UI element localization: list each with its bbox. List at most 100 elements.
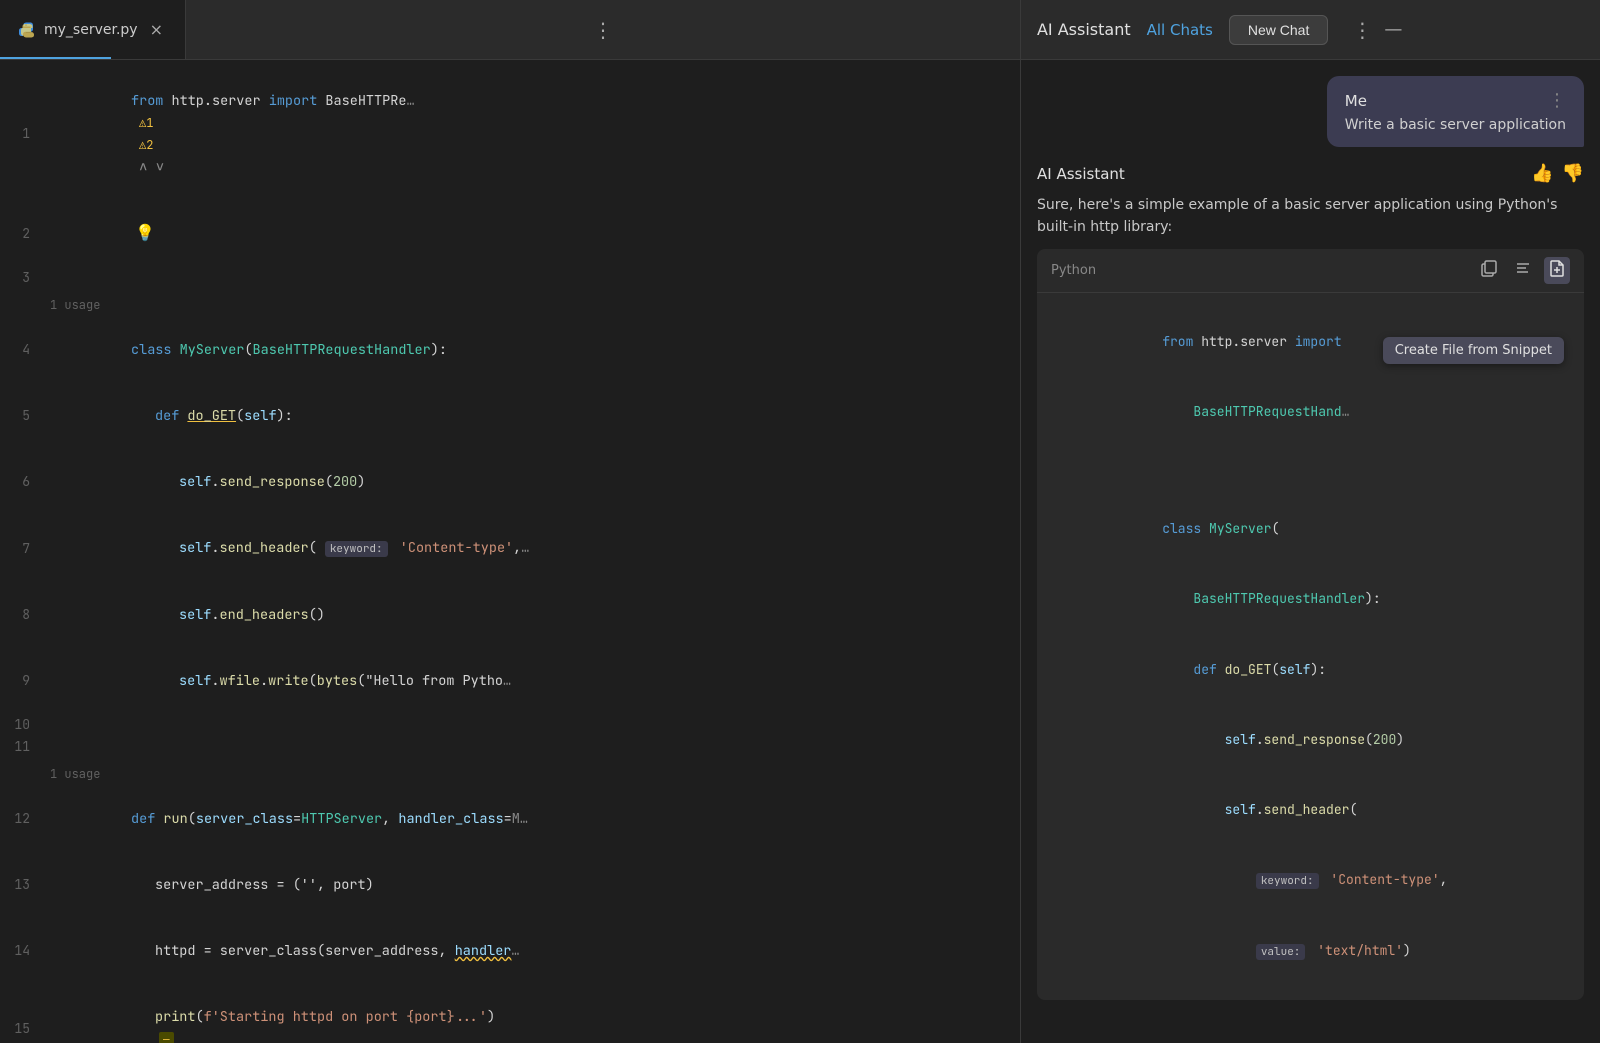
line-num-2: 2 xyxy=(0,223,50,245)
ai-panel-content: Me ⋮ Write a basic server application AI… xyxy=(1021,60,1600,1043)
line-content-11 xyxy=(50,736,58,758)
code-line-13: 13 server_address = ('', port) xyxy=(0,852,1020,918)
line-content-10 xyxy=(50,714,58,736)
top-bar: my_server.py × ⋮ AI Assistant All Chats … xyxy=(0,0,1600,60)
code-line-15: 15 print(f'Starting httpd on port {port}… xyxy=(0,984,1020,1043)
ai-code-line-2: BaseHTTPRequestHand… xyxy=(1053,377,1568,447)
usage-label-2: 1 usage xyxy=(0,758,1020,786)
code-line-2: 2 💡 xyxy=(0,200,1020,267)
python-icon xyxy=(18,21,36,39)
code-line-1: 1 from http.server import BaseHTTPRe… ⚠1… xyxy=(0,68,1020,200)
line-num-6: 6 xyxy=(0,471,50,493)
new-chat-button[interactable]: New Chat xyxy=(1229,15,1328,45)
code-line-11: 11 xyxy=(0,736,1020,758)
line-content-5: def do_GET(self): xyxy=(50,383,293,449)
tab-close-button[interactable]: × xyxy=(146,18,167,41)
code-line-9: 9 self.wfile.write(bytes("Hello from Pyt… xyxy=(0,648,1020,714)
thumbup-icon[interactable]: 👍 xyxy=(1531,163,1553,184)
tab-filename: my_server.py xyxy=(44,22,138,38)
main-content: 1 from http.server import BaseHTTPRe… ⚠1… xyxy=(0,60,1600,1043)
line-num-9: 9 xyxy=(0,670,50,692)
ai-code-line-9: self.send_header( xyxy=(1053,775,1568,845)
line-num-12: 12 xyxy=(0,808,50,830)
create-file-tooltip: Create File from Snippet xyxy=(1383,337,1564,364)
line-content-14: httpd = server_class(server_address, han… xyxy=(50,918,520,984)
line-num-13: 13 xyxy=(0,874,50,896)
ai-header-icons: ⋮ — xyxy=(1352,18,1402,42)
line-num-8: 8 xyxy=(0,604,50,626)
code-line-8: 8 self.end_headers() xyxy=(0,582,1020,648)
line-content-8: self.end_headers() xyxy=(50,582,325,648)
ai-panel-title: AI Assistant xyxy=(1037,20,1131,39)
line-num-11: 11 xyxy=(0,736,50,758)
ai-code-line-3 xyxy=(1053,447,1568,470)
line-content-3 xyxy=(50,267,58,289)
code-line-6: 6 self.send_response(200) xyxy=(0,449,1020,515)
code-editor[interactable]: 1 from http.server import BaseHTTPRe… ⚠1… xyxy=(0,60,1020,1043)
ai-response-actions: 👍 👎 xyxy=(1531,163,1584,184)
code-line-7: 7 self.send_header( keyword: 'Content-ty… xyxy=(0,515,1020,582)
format-code-icon[interactable] xyxy=(1510,257,1536,284)
ai-menu-icon[interactable]: ⋮ xyxy=(1352,18,1372,42)
copy-code-icon[interactable] xyxy=(1476,257,1502,284)
code-line-4: 4 class MyServer(BaseHTTPRequestHandler)… xyxy=(0,317,1020,383)
line-content-13: server_address = ('', port) xyxy=(50,852,374,918)
warning-badge-1: ⚠1 xyxy=(139,112,153,134)
ai-panel: Me ⋮ Write a basic server application AI… xyxy=(1020,60,1600,1043)
user-message-text: Write a basic server application xyxy=(1345,117,1566,133)
ai-code-line-6: BaseHTTPRequestHandler): xyxy=(1053,564,1568,634)
create-file-icon[interactable] xyxy=(1544,257,1570,284)
line-content-12: def run(server_class=HTTPServer, handler… xyxy=(50,786,528,852)
ai-code-line-11: value: 'text/html') xyxy=(1053,915,1568,986)
line-num-15: 15 xyxy=(0,1018,50,1040)
bubble-menu-icon[interactable]: ⋮ xyxy=(1548,90,1566,111)
ai-response: AI Assistant 👍 👎 Sure, here's a simple e… xyxy=(1037,163,1584,1000)
all-chats-button[interactable]: All Chats xyxy=(1147,21,1213,39)
lightbulb-icon: 💡 xyxy=(135,222,155,243)
line-num-7: 7 xyxy=(0,538,50,560)
code-line-5: 5 def do_GET(self): xyxy=(0,383,1020,449)
ai-code-block: Python xyxy=(1037,249,1584,1000)
line-content-1: from http.server import BaseHTTPRe… ⚠1 ⚠… xyxy=(50,68,415,200)
code-line-12: 12 def run(server_class=HTTPServer, hand… xyxy=(0,786,1020,852)
code-line-14: 14 httpd = server_class(server_address, … xyxy=(0,918,1020,984)
line-content-15: print(f'Starting httpd on port {port}...… xyxy=(50,984,495,1043)
line-num-4: 4 xyxy=(0,339,50,361)
line-content-4: class MyServer(BaseHTTPRequestHandler): xyxy=(50,317,447,383)
usage-label-1: 1 usage xyxy=(0,289,1020,317)
warning-badge-2: ⚠2 xyxy=(139,134,153,156)
ai-code-actions xyxy=(1476,257,1570,284)
line-content-2: 💡 xyxy=(50,200,155,267)
line-num-10: 10 xyxy=(0,714,50,736)
line-num-1: 1 xyxy=(0,123,50,145)
code-line-10: 10 xyxy=(0,714,1020,736)
ai-code-language: Python xyxy=(1051,263,1096,278)
user-message-bubble: Me ⋮ Write a basic server application xyxy=(1327,76,1584,147)
thumbdown-icon[interactable]: 👎 xyxy=(1562,163,1584,184)
line-num-3: 3 xyxy=(0,267,50,289)
editor-menu-icon[interactable]: ⋮ xyxy=(577,18,629,42)
line-content-9: self.wfile.write(bytes("Hello from Pytho… xyxy=(50,648,511,714)
line-content-6: self.send_response(200) xyxy=(50,449,365,515)
ai-code-line-10: keyword: 'Content-type', xyxy=(1053,845,1568,916)
ai-code-line-4 xyxy=(1053,471,1568,494)
line-num-5: 5 xyxy=(0,405,50,427)
ai-minimize-button[interactable]: — xyxy=(1384,19,1402,40)
ai-code-body: from http.server import BaseHTTPRequestH… xyxy=(1037,293,1584,1000)
code-line-3: 3 xyxy=(0,267,1020,289)
user-name: Me xyxy=(1345,92,1367,110)
file-tab[interactable]: my_server.py × xyxy=(0,0,186,59)
ai-code-line-7: def do_GET(self): xyxy=(1053,634,1568,704)
ai-code-line-8: self.send_response(200) xyxy=(1053,704,1568,774)
line-content-7: self.send_header( keyword: 'Content-type… xyxy=(50,515,529,582)
ai-code-line-5: class MyServer( xyxy=(1053,494,1568,564)
user-bubble-header: Me ⋮ xyxy=(1345,90,1566,111)
nav-arrows[interactable]: ∧ ∨ xyxy=(139,158,164,176)
code-lines: 1 from http.server import BaseHTTPRe… ⚠1… xyxy=(0,60,1020,1043)
ai-response-text: Sure, here's a simple example of a basic… xyxy=(1037,194,1584,239)
line-num-14: 14 xyxy=(0,940,50,962)
ai-response-title: AI Assistant xyxy=(1037,165,1125,183)
ai-response-header: AI Assistant 👍 👎 xyxy=(1037,163,1584,184)
ai-assistant-header: AI Assistant All Chats New Chat ⋮ — xyxy=(1020,0,1600,59)
ai-code-header: Python xyxy=(1037,249,1584,293)
